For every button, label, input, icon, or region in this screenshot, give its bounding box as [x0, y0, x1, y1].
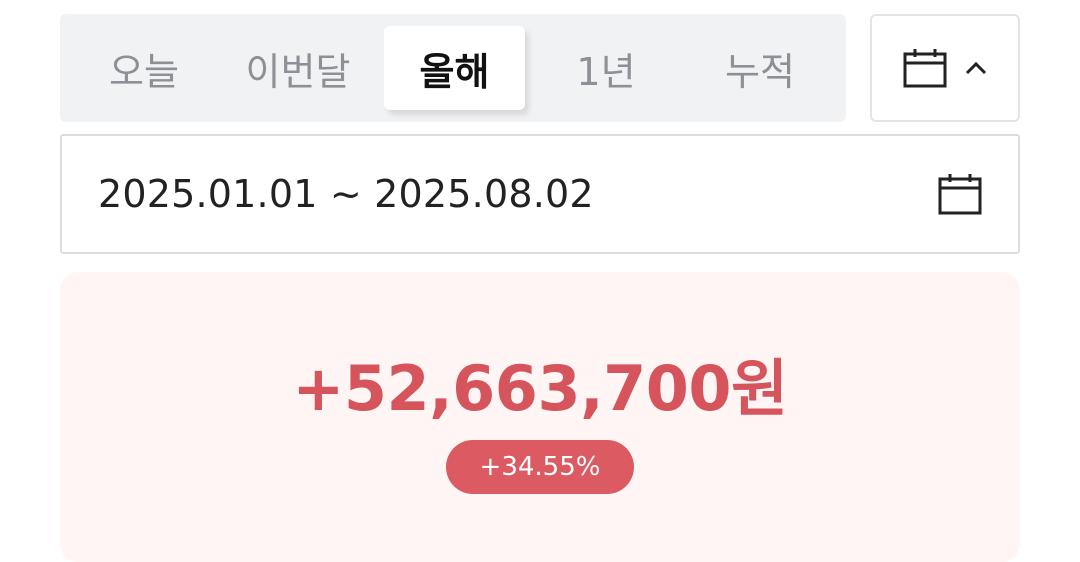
date-range-field[interactable]: 2025.01.01 ~ 2025.08.02 [60, 134, 1020, 254]
tab-today[interactable]: 오늘 [68, 26, 220, 110]
calendar-icon [938, 173, 982, 215]
calendar-toggle-button[interactable] [870, 14, 1020, 122]
date-range-text: 2025.01.01 ~ 2025.08.02 [98, 172, 594, 216]
profit-summary-card: +52,663,700원 +34.55% [60, 272, 1020, 562]
tab-cumulative[interactable]: 누적 [684, 26, 836, 110]
tab-one-year[interactable]: 1년 [530, 26, 682, 110]
period-tab-bar: 오늘 이번달 올해 1년 누적 [60, 14, 846, 122]
calendar-icon [903, 48, 947, 88]
profit-amount: +52,663,700원 [292, 352, 788, 425]
tab-this-year[interactable]: 올해 [384, 26, 525, 110]
chevron-up-icon [965, 61, 987, 75]
tab-this-month[interactable]: 이번달 [222, 26, 374, 110]
profit-percent-badge: +34.55% [446, 440, 634, 494]
